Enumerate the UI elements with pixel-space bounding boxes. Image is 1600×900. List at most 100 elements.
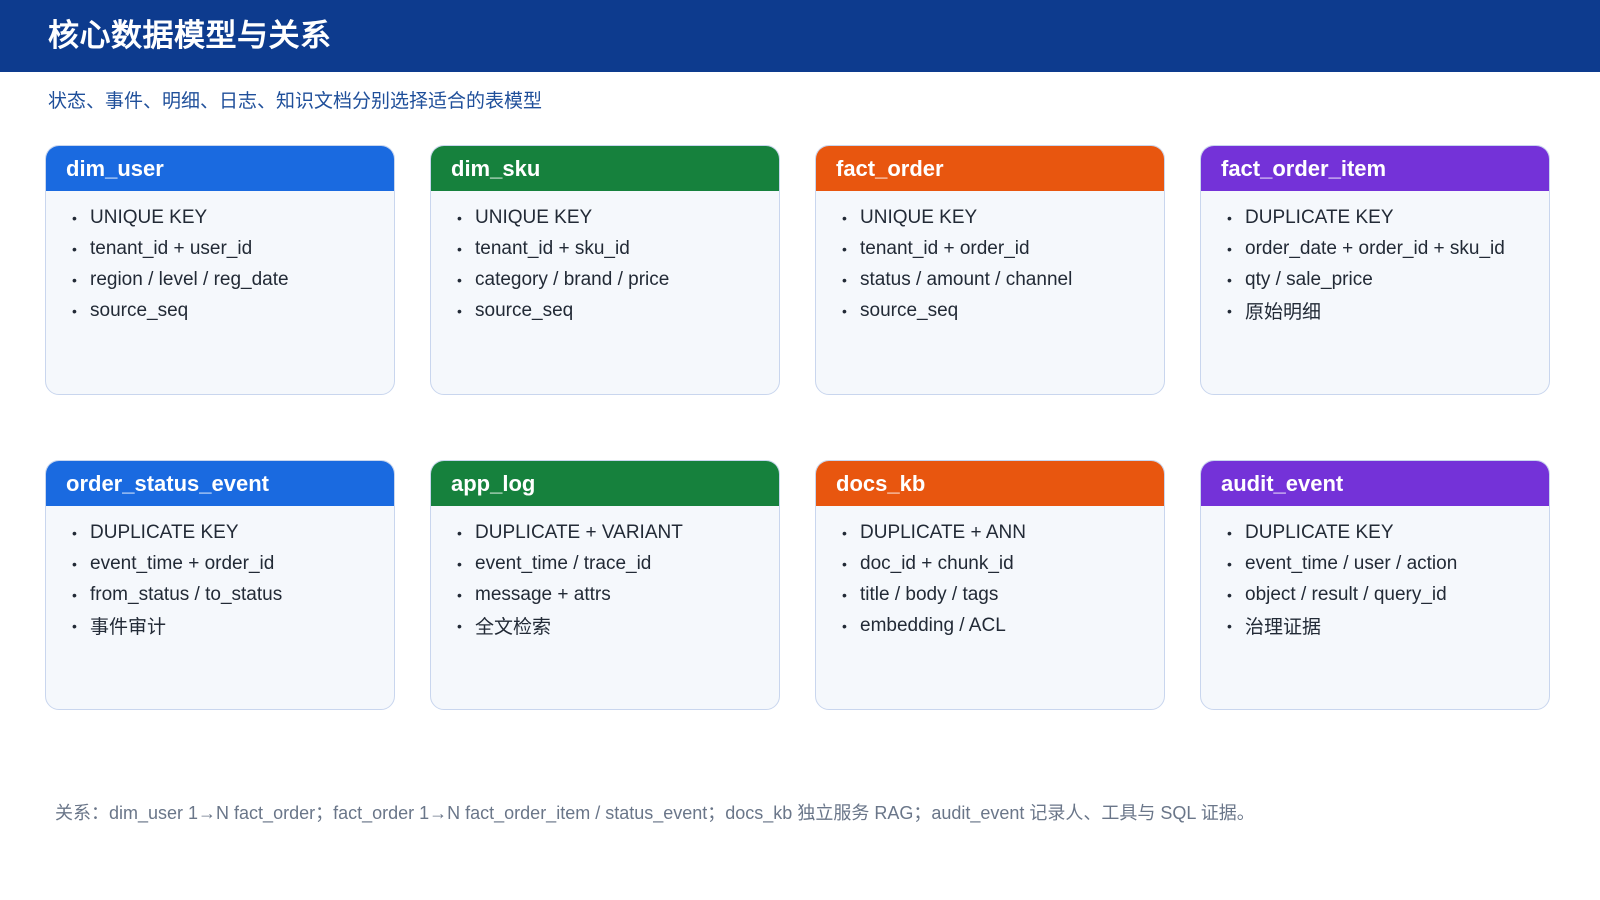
list-item-text: status / amount / channel xyxy=(860,268,1073,290)
bullet-icon: • xyxy=(842,555,847,572)
list-item: • DUPLICATE KEY xyxy=(72,517,394,548)
list-item-text: title / body / tags xyxy=(860,583,999,605)
list-item-text: UNIQUE KEY xyxy=(860,206,978,228)
list-item: • region / level / reg_date xyxy=(72,264,394,295)
page-subtitle: 状态、事件、明细、日志、知识文档分别选择适合的表模型 xyxy=(48,91,543,112)
list-item: • source_seq xyxy=(842,295,1164,326)
bullet-icon: • xyxy=(72,271,77,288)
model-card-body: • DUPLICATE + VARIANT • event_time / trace_… xyxy=(431,506,779,641)
model-card-title: fact_order_item xyxy=(1201,146,1549,191)
model-card-title: audit_event xyxy=(1201,461,1549,506)
list-item: • tenant_id + sku_id xyxy=(457,233,779,264)
list-item: • embedding / ACL xyxy=(842,610,1164,641)
bullet-icon: • xyxy=(72,240,77,257)
list-item: • 原始明细 xyxy=(1227,295,1549,326)
model-card-body: • DUPLICATE + ANN • doc_id + chunk_id • title… xyxy=(816,506,1164,641)
list-item-text: event_time + order_id xyxy=(90,552,275,574)
list-item: • event_time / trace_id xyxy=(457,548,779,579)
list-item: • order_date + order_id + sku_id xyxy=(1227,233,1549,264)
model-card: fact_order_item • DUPLICATE KEY • order_date… xyxy=(1200,145,1550,395)
model-card-title: dim_user xyxy=(46,146,394,191)
list-item-text: doc_id + chunk_id xyxy=(860,552,1014,574)
bullet-icon: • xyxy=(457,555,462,572)
model-card-title: dim_sku xyxy=(431,146,779,191)
list-item: • event_time / user / action xyxy=(1227,548,1549,579)
list-item: • tenant_id + order_id xyxy=(842,233,1164,264)
list-item: • DUPLICATE KEY xyxy=(1227,517,1549,548)
bullet-icon: • xyxy=(1227,240,1232,257)
bullet-icon: • xyxy=(72,555,77,572)
bullet-icon: • xyxy=(1227,271,1232,288)
bullet-icon: • xyxy=(1227,209,1232,226)
page-title: 核心数据模型与关系 xyxy=(48,18,332,53)
model-card-title: docs_kb xyxy=(816,461,1164,506)
model-card: order_status_event • DUPLICATE KEY • event_t… xyxy=(45,460,395,710)
list-item-text: DUPLICATE KEY xyxy=(90,521,239,543)
model-card-title: order_status_event xyxy=(46,461,394,506)
list-item-text: 治理证据 xyxy=(1245,617,1322,638)
model-card: app_log • DUPLICATE + VARIANT • event_time /… xyxy=(430,460,780,710)
list-item-text: object / result / query_id xyxy=(1245,583,1447,605)
list-item-text: UNIQUE KEY xyxy=(475,206,593,228)
list-item-text: category / brand / price xyxy=(475,268,670,290)
list-item: • doc_id + chunk_id xyxy=(842,548,1164,579)
list-item: • object / result / query_id xyxy=(1227,579,1549,610)
model-card-body: • UNIQUE KEY • tenant_id + user_id • region /… xyxy=(46,191,394,326)
model-card-body: • DUPLICATE KEY • order_date + order_id + s… xyxy=(1201,191,1549,326)
list-item-text: source_seq xyxy=(475,299,574,321)
list-item-text: from_status / to_status xyxy=(90,583,283,605)
list-item: • message + attrs xyxy=(457,579,779,610)
list-item-text: tenant_id + order_id xyxy=(860,237,1030,259)
list-item-text: DUPLICATE + ANN xyxy=(860,521,1026,543)
bullet-icon: • xyxy=(842,302,847,319)
bullet-icon: • xyxy=(457,240,462,257)
bullet-icon: • xyxy=(842,209,847,226)
list-item: • 事件审计 xyxy=(72,610,394,641)
bullet-icon: • xyxy=(457,524,462,541)
bullet-icon: • xyxy=(842,271,847,288)
list-item-text: message + attrs xyxy=(475,583,611,605)
list-item: • DUPLICATE + ANN xyxy=(842,517,1164,548)
bullet-icon: • xyxy=(72,524,77,541)
list-item: • title / body / tags xyxy=(842,579,1164,610)
bullet-icon: • xyxy=(72,209,77,226)
list-item-text: order_date + order_id + sku_id xyxy=(1245,237,1505,259)
model-card: dim_user • UNIQUE KEY • tenant_id + user_id •… xyxy=(45,145,395,395)
bullet-icon: • xyxy=(72,586,77,603)
list-item-text: event_time / trace_id xyxy=(475,552,652,574)
list-item: • event_time + order_id xyxy=(72,548,394,579)
list-item-text: 全文检索 xyxy=(475,617,552,638)
model-card: fact_order • UNIQUE KEY • tenant_id + order_… xyxy=(815,145,1165,395)
model-card: dim_sku • UNIQUE KEY • tenant_id + sku_id • ca… xyxy=(430,145,780,395)
bullet-icon: • xyxy=(842,617,847,634)
list-item-text: 事件审计 xyxy=(90,617,167,638)
model-card-body: • UNIQUE KEY • tenant_id + order_id • status … xyxy=(816,191,1164,326)
model-card-title: app_log xyxy=(431,461,779,506)
bullet-icon: • xyxy=(1227,524,1232,541)
list-item: • source_seq xyxy=(72,295,394,326)
list-item: • UNIQUE KEY xyxy=(457,202,779,233)
bullet-icon: • xyxy=(1227,302,1232,319)
list-item-text: DUPLICATE KEY xyxy=(1245,521,1394,543)
list-item: • source_seq xyxy=(457,295,779,326)
list-item: • UNIQUE KEY xyxy=(72,202,394,233)
list-item: • from_status / to_status xyxy=(72,579,394,610)
model-card-title: fact_order xyxy=(816,146,1164,191)
bullet-icon: • xyxy=(457,209,462,226)
list-item-text: region / level / reg_date xyxy=(90,268,289,290)
list-item: • UNIQUE KEY xyxy=(842,202,1164,233)
bullet-icon: • xyxy=(72,302,77,319)
slide-page: 核心数据模型与关系 状态、事件、明细、日志、知识文档分别选择适合的表模型 dim… xyxy=(0,0,1600,900)
bullet-icon: • xyxy=(842,524,847,541)
bullet-icon: • xyxy=(457,302,462,319)
model-card-body: • DUPLICATE KEY • event_time / user / actio… xyxy=(1201,506,1549,641)
model-card-grid: dim_user • UNIQUE KEY • tenant_id + user_id •… xyxy=(45,145,1551,710)
list-item-text: tenant_id + user_id xyxy=(90,237,253,259)
model-card-body: • DUPLICATE KEY • event_time + order_id • fro… xyxy=(46,506,394,641)
list-item: • category / brand / price xyxy=(457,264,779,295)
list-item: • status / amount / channel xyxy=(842,264,1164,295)
list-item-text: event_time / user / action xyxy=(1245,552,1458,574)
list-item: • DUPLICATE + VARIANT xyxy=(457,517,779,548)
list-item-text: UNIQUE KEY xyxy=(90,206,208,228)
list-item-text: DUPLICATE KEY xyxy=(1245,206,1394,228)
